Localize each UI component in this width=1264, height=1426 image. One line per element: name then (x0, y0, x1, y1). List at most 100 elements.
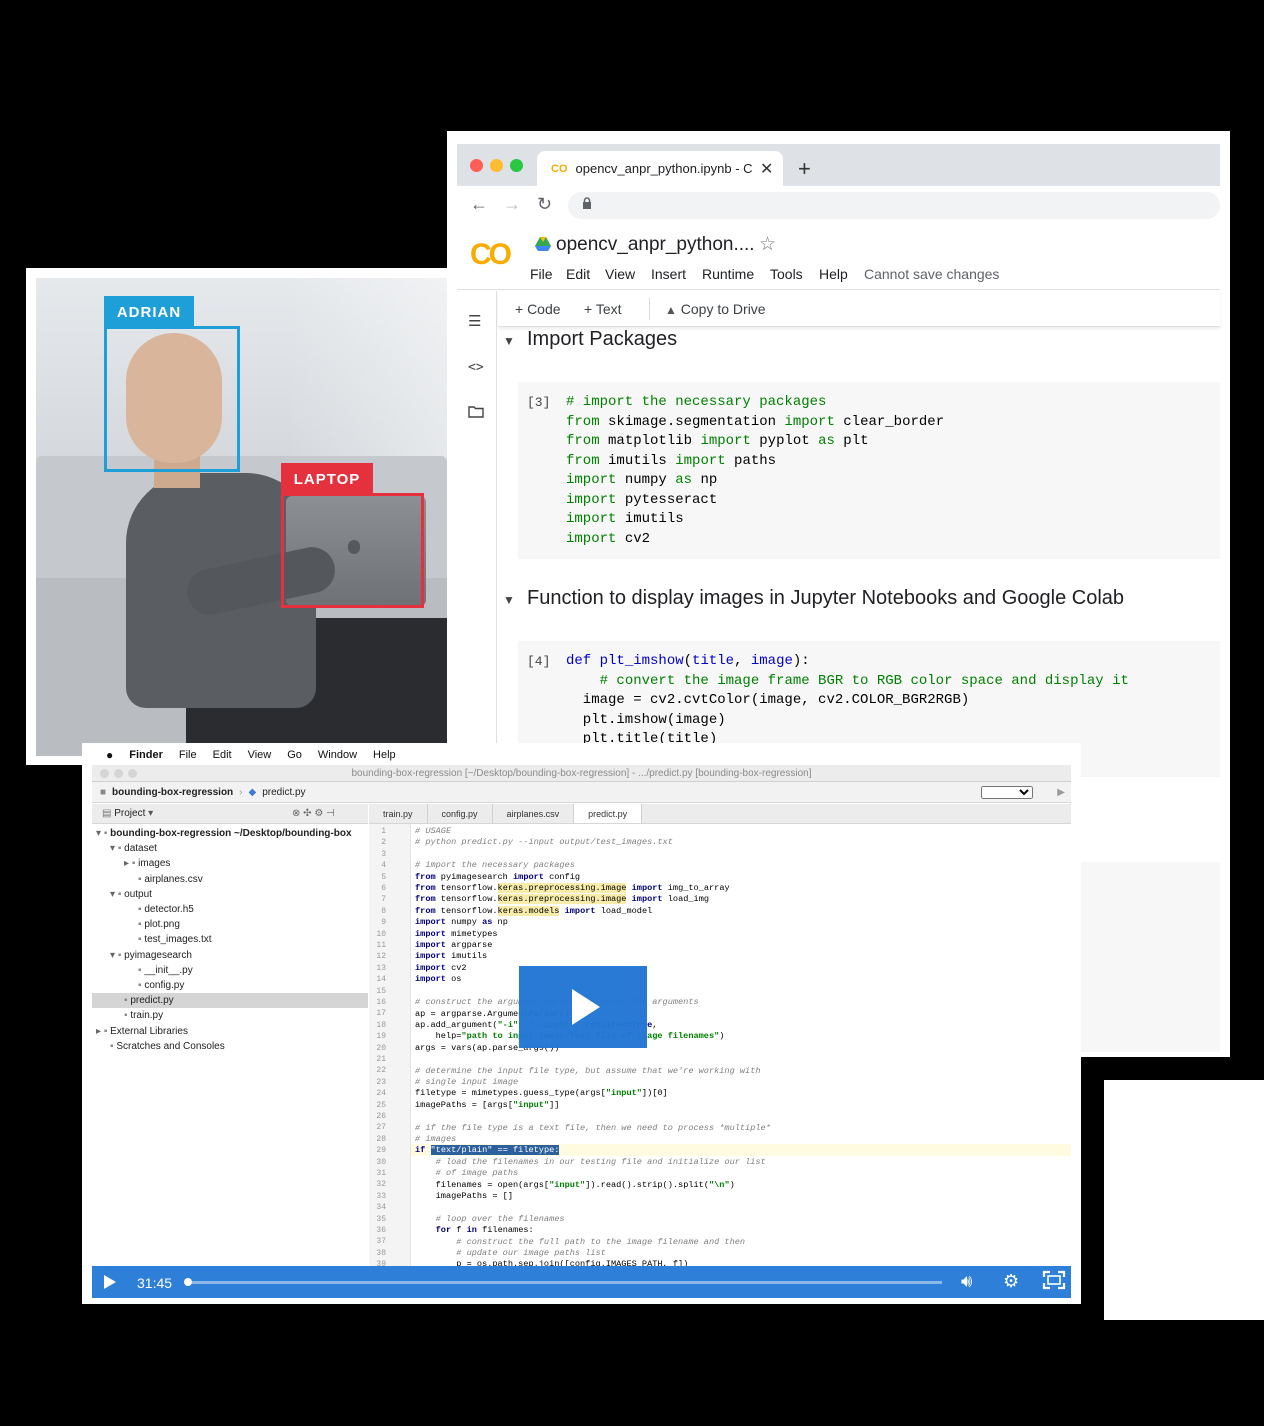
tree-item[interactable]: ▪ train.py (92, 1008, 368, 1023)
close-tab-icon[interactable]: ✕ (760, 159, 773, 179)
menu-insert[interactable]: Insert (651, 266, 686, 282)
expand-down-icon[interactable]: ▾ (96, 828, 104, 839)
expand-right-icon[interactable]: ▸ (124, 858, 132, 869)
new-tab-button[interactable]: + (798, 156, 811, 182)
line-number: 36 (376, 1226, 386, 1235)
progress-handle[interactable] (183, 1278, 192, 1286)
table-of-contents-icon[interactable]: ☰ (468, 312, 481, 330)
expand-right-icon[interactable]: ▸ (96, 1026, 104, 1037)
apple-menu-icon[interactable]: ● (106, 748, 113, 762)
tab-config-py[interactable]: config.py (428, 804, 493, 823)
tree-item[interactable]: ▪ test_images.txt (92, 932, 368, 947)
drive-icon: ▲ (665, 303, 677, 317)
colab-favicon-icon: CO (551, 162, 568, 175)
run-config-select[interactable] (981, 785, 1034, 799)
expand-down-icon[interactable]: ▾ (110, 843, 118, 854)
add-code-button[interactable]: + Code (515, 301, 561, 317)
expand-down-icon[interactable]: ▾ (110, 950, 118, 961)
menu-view[interactable]: View (605, 266, 635, 282)
tree-item[interactable]: ▪ __init__.py (92, 963, 368, 978)
ide-minimize-button[interactable] (114, 769, 123, 778)
notebook-title[interactable]: opencv_anpr_python.... (556, 234, 755, 256)
project-label[interactable]: Project (114, 808, 145, 819)
panel-settings-icon[interactable]: ⊗ ✣ ⚙ ⊣ (292, 804, 335, 824)
menu-go[interactable]: Go (287, 749, 302, 761)
add-text-button[interactable]: + Text (584, 301, 622, 317)
tree-item[interactable]: ▪ airplanes.csv (92, 872, 368, 887)
menu-edit[interactable]: Edit (566, 266, 590, 282)
tab-airplanes-csv[interactable]: airplanes.csv (493, 804, 575, 823)
address-bar[interactable] (568, 192, 1220, 219)
play-icon[interactable] (104, 1275, 116, 1289)
tree-item[interactable]: ▾ ▪ bounding-box-regression ~/Desktop/bo… (92, 826, 368, 841)
tree-item-label: config.py (144, 980, 185, 991)
tree-item[interactable]: ▪ config.py (92, 978, 368, 993)
line-number: 38 (376, 1248, 386, 1258)
menu-file[interactable]: File (530, 266, 553, 282)
tree-item[interactable]: ▾ ▪ pyimagesearch (92, 948, 368, 963)
menu-runtime[interactable]: Runtime (702, 266, 754, 282)
volume-icon[interactable]: 🔊︎ (961, 1271, 972, 1292)
line-number: 16 (376, 998, 386, 1007)
tree-item-label: predict.py (130, 995, 174, 1007)
tree-item-label: images (138, 858, 171, 870)
star-icon[interactable]: ☆ (759, 233, 776, 256)
ide-close-button[interactable] (100, 769, 109, 778)
tab-train-py[interactable]: train.py (369, 804, 428, 823)
line-number: 14 (376, 975, 386, 985)
breadcrumb-project[interactable]: bounding-box-regression (112, 787, 233, 798)
run-icon[interactable]: ▶ (1057, 787, 1065, 798)
tree-item[interactable]: ▪ plot.png (92, 917, 368, 932)
collapse-section-caret-icon[interactable]: ▼ (503, 593, 515, 607)
tree-item[interactable]: ▾ ▪ dataset (92, 841, 368, 856)
project-panel-header: ▤ Project ▾ ⊗ ✣ ⚙ ⊣ (92, 804, 368, 824)
line-number: 4 (381, 861, 386, 871)
code-snippets-icon[interactable]: <> (468, 360, 484, 375)
tab-predict-py[interactable]: predict.py (574, 804, 643, 823)
forward-arrow-icon[interactable]: → (503, 194, 521, 215)
fullscreen-icon[interactable] (1042, 1270, 1066, 1295)
menu-edit[interactable]: Edit (213, 749, 232, 761)
tree-item-label: Scratches and Consoles (116, 1040, 225, 1052)
menu-view[interactable]: View (248, 749, 272, 761)
tree-item[interactable]: ▸ ▪ External Libraries (92, 1024, 368, 1039)
tree-item[interactable]: ▪ detector.h5 (92, 902, 368, 917)
menu-tools[interactable]: Tools (770, 266, 803, 282)
line-number: 10 (376, 929, 386, 939)
tree-item[interactable]: ▾ ▪ output (92, 887, 368, 902)
menu-help[interactable]: Help (373, 749, 396, 761)
laptop-bounding-box (281, 493, 424, 608)
line-number: 26 (376, 1112, 386, 1121)
progress-track[interactable] (186, 1281, 942, 1284)
tree-item-label: airplanes.csv (144, 873, 203, 885)
menu-file[interactable]: File (179, 749, 197, 761)
tree-item[interactable]: ▪ Scratches and Consoles (92, 1039, 368, 1054)
zoom-window-button[interactable] (510, 159, 523, 172)
back-arrow-icon[interactable]: ← (470, 194, 488, 215)
line-number: 15 (376, 986, 386, 996)
tree-item[interactable]: ▸ ▪ images (92, 856, 368, 871)
settings-gear-icon[interactable]: ⚙ (1003, 1271, 1019, 1292)
chevron-down-icon[interactable]: ▾ (148, 808, 153, 819)
reload-icon[interactable]: ↻ (537, 194, 552, 215)
copy-to-drive-button[interactable]: ▲ Copy to Drive (665, 301, 766, 317)
collapse-section-caret-icon[interactable]: ▼ (503, 334, 515, 348)
menu-finder[interactable]: Finder (129, 749, 163, 761)
line-number: 2 (381, 838, 386, 848)
ide-zoom-button[interactable] (128, 769, 137, 778)
tree-item[interactable]: ▪ predict.py (92, 993, 368, 1009)
play-video-button[interactable] (519, 966, 647, 1048)
execution-count: [4] (527, 654, 551, 669)
close-window-button[interactable] (470, 159, 483, 172)
project-tree: ▾ ▪ bounding-box-regression ~/Desktop/bo… (92, 824, 368, 1267)
menu-window[interactable]: Window (318, 749, 357, 761)
minimize-window-button[interactable] (490, 159, 503, 172)
line-number: 8 (381, 906, 386, 916)
video-time: 31:45 (137, 1275, 173, 1291)
files-folder-icon[interactable] (468, 405, 484, 422)
breadcrumb-file[interactable]: predict.py (262, 787, 305, 798)
menu-help[interactable]: Help (819, 266, 848, 282)
expand-down-icon[interactable]: ▾ (110, 889, 118, 900)
line-number: 7 (381, 895, 386, 905)
browser-tab[interactable]: CO opencv_anpr_python.ipynb - C (537, 151, 783, 186)
